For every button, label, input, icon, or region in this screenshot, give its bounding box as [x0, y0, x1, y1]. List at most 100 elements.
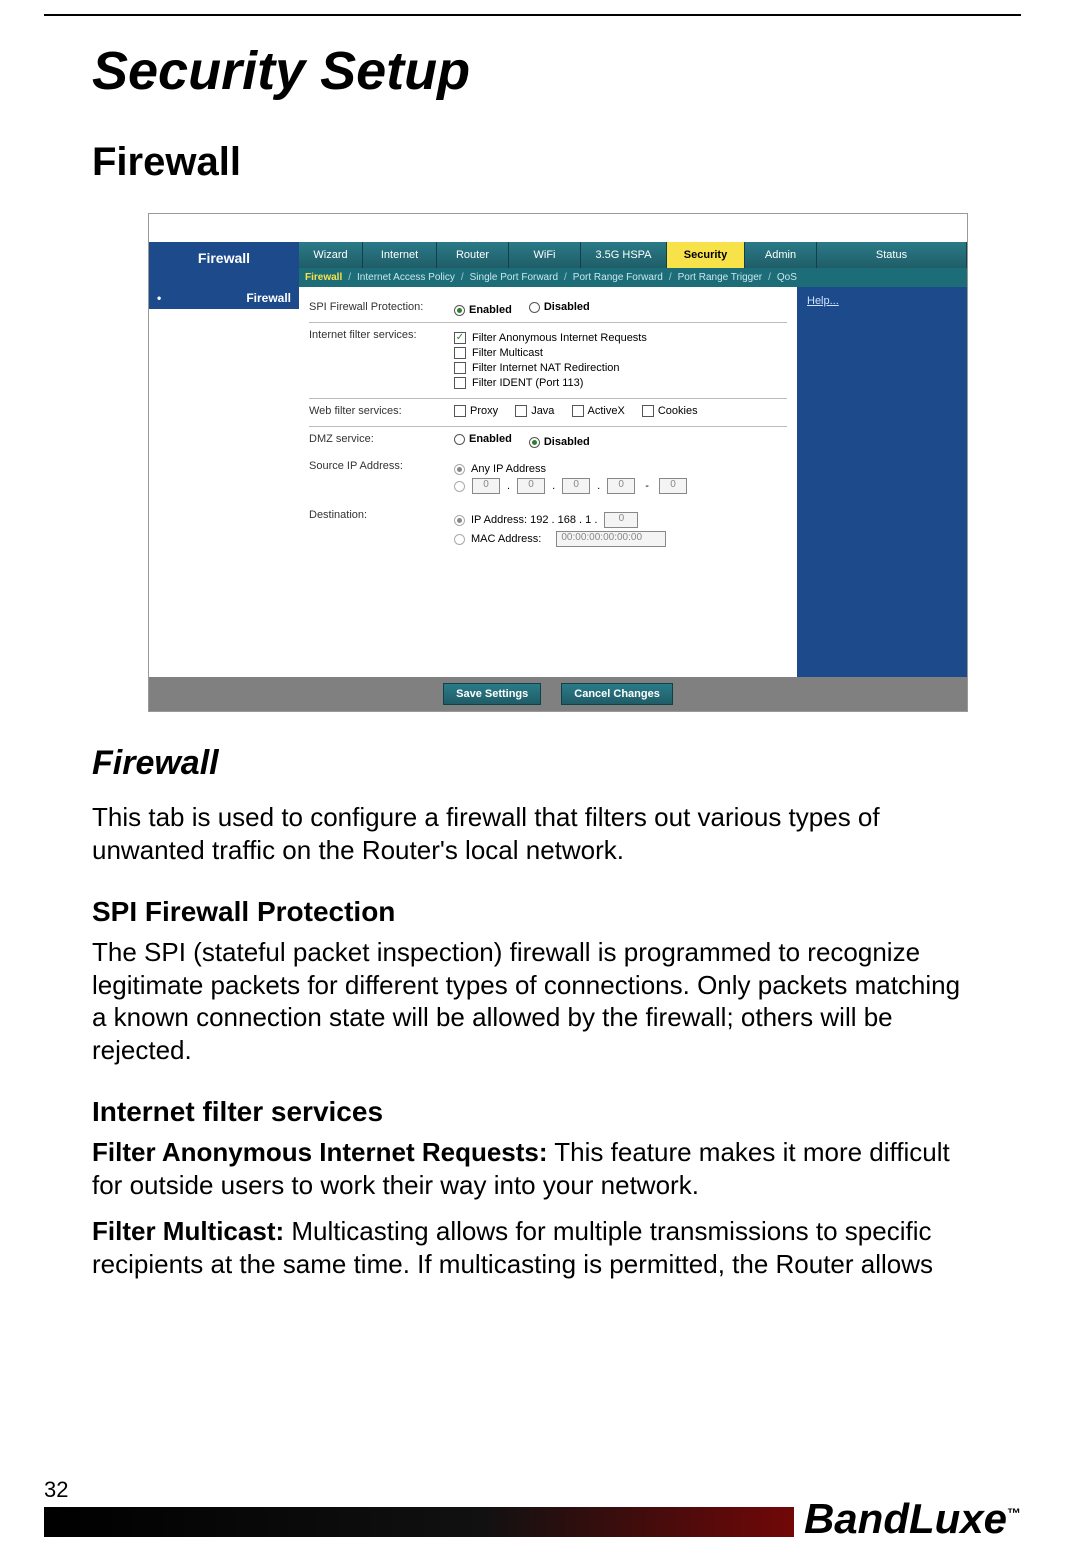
- dst-label: Destination:: [309, 509, 454, 550]
- brand-tm: ™: [1007, 1505, 1021, 1521]
- row-spi: SPI Firewall Protection: Enabled Disable…: [309, 295, 787, 323]
- wfs-java-label: Java: [531, 405, 554, 417]
- main-form: SPI Firewall Protection: Enabled Disable…: [299, 287, 797, 677]
- ifs-nat-label: Filter Internet NAT Redirection: [472, 362, 620, 374]
- left-sidebar: • Firewall: [149, 287, 299, 677]
- screenshot-header: Firewall Wizard Internet Router WiFi 3.5…: [149, 242, 967, 287]
- dmz-enabled-label: Enabled: [469, 433, 512, 445]
- ifs-para-1: Filter Anonymous Internet Requests: This…: [92, 1136, 973, 1201]
- tab-internet[interactable]: Internet: [363, 242, 437, 268]
- dmz-label: DMZ service:: [309, 433, 454, 448]
- spi-enabled-radio[interactable]: [454, 305, 465, 316]
- wfs-label: Web filter services:: [309, 405, 454, 420]
- screenshot-footer: Save Settings Cancel Changes: [149, 677, 967, 711]
- subtab-iap[interactable]: Internet Access Policy: [357, 272, 455, 283]
- tab-wifi[interactable]: WiFi: [509, 242, 581, 268]
- ifs-anon-checkbox[interactable]: [454, 332, 466, 344]
- subtab-spf[interactable]: Single Port Forward: [470, 272, 558, 283]
- section-heading: Firewall: [92, 140, 973, 185]
- help-link[interactable]: Help...: [807, 295, 839, 307]
- page-footer: 32 BandLuxe™: [0, 1465, 1065, 1551]
- wfs-activex-checkbox[interactable]: [572, 405, 584, 417]
- ifs-multicast-label: Filter Multicast: [472, 347, 543, 359]
- subtab-sep: /: [461, 272, 464, 283]
- dst-ip-prefix: IP Address: 192 . 168 . 1 .: [471, 514, 597, 526]
- sidebar-item-firewall[interactable]: • Firewall: [149, 287, 299, 309]
- help-panel: Help...: [797, 287, 967, 677]
- sidebar-item-label: Firewall: [246, 291, 291, 305]
- wfs-activex-label: ActiveX: [588, 405, 625, 417]
- src-any-radio[interactable]: [454, 464, 465, 475]
- screenshot-top-margin: [149, 214, 967, 242]
- page-number: 32: [44, 1477, 68, 1503]
- spi-enabled-label: Enabled: [469, 304, 512, 316]
- row-src-ip: Source IP Address: Any IP Address 0. 0. …: [309, 454, 787, 503]
- wfs-java-checkbox[interactable]: [515, 405, 527, 417]
- tab-router[interactable]: Router: [437, 242, 509, 268]
- wfs-proxy-checkbox[interactable]: [454, 405, 466, 417]
- dst-mac-input[interactable]: 00:00:00:00:00:00: [556, 531, 666, 547]
- wfs-cookies-checkbox[interactable]: [642, 405, 654, 417]
- dst-ip-radio[interactable]: [454, 515, 465, 526]
- ifs-heading: Internet filter services: [92, 1096, 973, 1128]
- spi-label: SPI Firewall Protection:: [309, 301, 454, 316]
- src-ip-label: Source IP Address:: [309, 460, 454, 497]
- dst-mac-radio[interactable]: [454, 534, 465, 545]
- subtab-prt[interactable]: Port Range Trigger: [678, 272, 763, 283]
- dst-ip-last[interactable]: 0: [604, 512, 638, 528]
- src-any-label: Any IP Address: [471, 463, 546, 475]
- subtab-sep: /: [348, 272, 351, 283]
- brand-text: BandLuxe: [804, 1495, 1007, 1542]
- sub-tab-row: Firewall / Internet Access Policy / Sing…: [299, 268, 967, 287]
- ifs-nat-checkbox[interactable]: [454, 362, 466, 374]
- src-ip-oct5[interactable]: 0: [659, 478, 687, 494]
- ifs-ident-checkbox[interactable]: [454, 377, 466, 389]
- row-destination: Destination: IP Address: 192 . 168 . 1 .…: [309, 503, 787, 556]
- src-range-radio[interactable]: [454, 481, 465, 492]
- ifs-multicast-checkbox[interactable]: [454, 347, 466, 359]
- wfs-cookies-label: Cookies: [658, 405, 698, 417]
- save-button[interactable]: Save Settings: [443, 683, 541, 705]
- page-title: Security Setup: [92, 40, 973, 102]
- spi-disabled-label: Disabled: [544, 301, 590, 313]
- dmz-disabled-radio[interactable]: [529, 437, 540, 448]
- subtab-sep: /: [564, 272, 567, 283]
- subtab-sep: /: [669, 272, 672, 283]
- row-wfs: Web filter services: Proxy Java ActiveX …: [309, 399, 787, 427]
- src-ip-oct1[interactable]: 0: [472, 478, 500, 494]
- src-ip-oct2[interactable]: 0: [517, 478, 545, 494]
- brand-logo: BandLuxe™: [794, 1495, 1021, 1543]
- router-admin-screenshot: Firewall Wizard Internet Router WiFi 3.5…: [148, 213, 968, 712]
- tab-hspa[interactable]: 3.5G HSPA: [581, 242, 667, 268]
- row-ifs: Internet filter services: Filter Anonymo…: [309, 323, 787, 399]
- screenshot-body: • Firewall SPI Firewall Protection: Enab…: [149, 287, 967, 677]
- cancel-button[interactable]: Cancel Changes: [561, 683, 673, 705]
- subtab-sep: /: [768, 272, 771, 283]
- ifs-para-2: Filter Multicast: Multicasting allows fo…: [92, 1215, 973, 1280]
- tab-admin[interactable]: Admin: [745, 242, 817, 268]
- ifs-p2-lead: Filter Multicast:: [92, 1216, 284, 1246]
- main-tab-row: Wizard Internet Router WiFi 3.5G HSPA Se…: [299, 242, 967, 268]
- spi-heading: SPI Firewall Protection: [92, 896, 973, 928]
- intro-paragraph: This tab is used to configure a firewall…: [92, 801, 973, 866]
- row-dmz: DMZ service: Enabled Disabled: [309, 427, 787, 454]
- ifs-label: Internet filter services:: [309, 329, 454, 392]
- subtab-qos[interactable]: QoS: [777, 272, 797, 283]
- src-ip-oct4[interactable]: 0: [607, 478, 635, 494]
- ifs-ident-label: Filter IDENT (Port 113): [472, 377, 583, 389]
- header-module-title: Firewall: [149, 242, 299, 287]
- wfs-proxy-label: Proxy: [470, 405, 498, 417]
- ifs-anon-label: Filter Anonymous Internet Requests: [472, 332, 647, 344]
- ifs-p1-lead: Filter Anonymous Internet Requests:: [92, 1137, 548, 1167]
- subtab-firewall[interactable]: Firewall: [305, 272, 342, 283]
- tab-status[interactable]: Status: [817, 242, 967, 268]
- tab-wizard[interactable]: Wizard: [299, 242, 363, 268]
- dmz-disabled-label: Disabled: [544, 436, 590, 448]
- spi-paragraph: The SPI (stateful packet inspection) fir…: [92, 936, 973, 1066]
- src-ip-oct3[interactable]: 0: [562, 478, 590, 494]
- dmz-enabled-radio[interactable]: [454, 434, 465, 445]
- spi-disabled-radio[interactable]: [529, 302, 540, 313]
- tab-security[interactable]: Security: [667, 242, 745, 268]
- dst-mac-label: MAC Address:: [471, 533, 541, 545]
- subtab-prf[interactable]: Port Range Forward: [573, 272, 663, 283]
